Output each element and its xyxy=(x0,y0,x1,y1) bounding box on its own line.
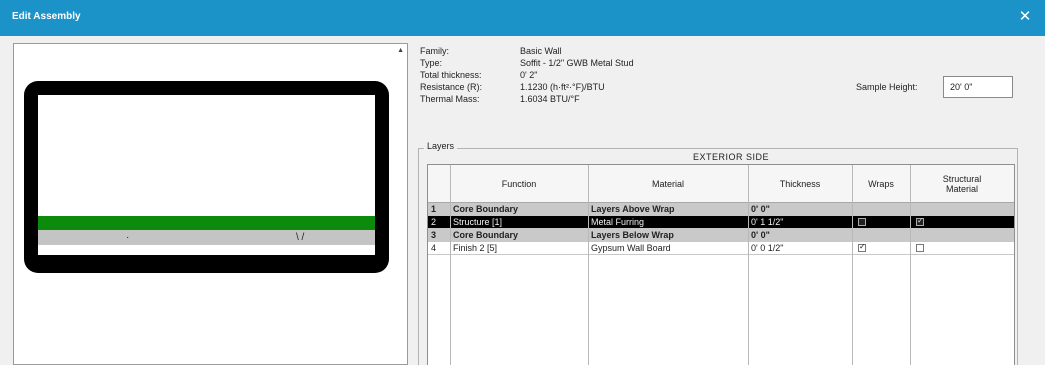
property-value: 1.6034 BTU/°F xyxy=(520,94,580,104)
column-divider xyxy=(852,165,853,365)
sample-height-input[interactable] xyxy=(943,76,1013,98)
column-divider xyxy=(910,165,911,365)
wraps-checkbox[interactable] xyxy=(858,242,866,252)
scroll-up-arrow-icon[interactable]: ▲ xyxy=(397,47,404,54)
thickness-cell[interactable]: 0' 0" xyxy=(748,203,852,216)
wall-section-interior: · \ / xyxy=(38,95,375,255)
function-cell[interactable]: Structure [1] xyxy=(450,216,588,229)
thickness-cell[interactable]: 0' 1 1/2" xyxy=(748,216,852,229)
table-row[interactable]: 1 Core Boundary Layers Above Wrap 0' 0" xyxy=(428,203,1014,216)
function-cell[interactable]: Core Boundary xyxy=(450,203,588,216)
header-material[interactable]: Material xyxy=(588,165,748,203)
window-title: Edit Assembly xyxy=(12,11,81,22)
preview-marker-right: \ / xyxy=(296,232,305,243)
thickness-cell[interactable]: 0' 0 1/2" xyxy=(748,242,852,255)
table-row[interactable]: 3 Core Boundary Layers Below Wrap 0' 0" xyxy=(428,229,1014,242)
table-row[interactable]: 4 Finish 2 [5] Gypsum Wall Board 0' 0 1/… xyxy=(428,242,1014,255)
property-label: Family: xyxy=(420,46,449,56)
property-value: Basic Wall xyxy=(520,46,562,56)
wraps-checkbox[interactable] xyxy=(858,218,866,226)
dialog-body: ▲ · \ / Family: Basic Wall Type: Soffit … xyxy=(0,36,1045,365)
row-number: 3 xyxy=(431,230,437,240)
property-label: Resistance (R): xyxy=(420,82,483,92)
row-number: 4 xyxy=(431,243,437,253)
column-divider xyxy=(748,165,749,365)
property-value: 0' 2" xyxy=(520,70,538,80)
layers-caption: Layers xyxy=(424,141,458,151)
column-divider xyxy=(450,165,451,365)
exterior-side-label: EXTERIOR SIDE xyxy=(693,152,770,162)
header-thickness[interactable]: Thickness xyxy=(748,165,852,203)
wall-preview-pane[interactable]: ▲ · \ / xyxy=(13,43,408,365)
structure-layer-preview xyxy=(38,216,375,230)
header-row-number xyxy=(428,165,450,203)
table-row[interactable]: 2 Structure [1] Metal Furring 0' 1 1/2" xyxy=(428,216,1014,229)
header-wraps[interactable]: Wraps xyxy=(852,165,910,203)
function-cell[interactable]: Core Boundary xyxy=(450,229,588,242)
property-value: Soffit - 1/2" GWB Metal Stud xyxy=(520,58,634,68)
function-cell[interactable]: Finish 2 [5] xyxy=(450,242,588,255)
column-divider xyxy=(588,165,589,365)
structural-material-checkbox[interactable] xyxy=(916,244,924,252)
row-number: 2 xyxy=(431,217,437,227)
header-function[interactable]: Function xyxy=(450,165,588,203)
table-header: Function Material Thickness Wraps Struct… xyxy=(428,165,1014,203)
material-cell[interactable]: Layers Below Wrap xyxy=(588,229,748,242)
layers-table[interactable]: Function Material Thickness Wraps Struct… xyxy=(427,164,1015,365)
preview-marker-left: · xyxy=(126,232,130,243)
finish-layer-preview xyxy=(38,230,375,245)
header-structural-material[interactable]: Structural Material xyxy=(910,165,1014,203)
property-label: Type: xyxy=(420,58,443,68)
material-cell[interactable]: Layers Above Wrap xyxy=(588,203,748,216)
close-icon[interactable]: ✕ xyxy=(1017,9,1033,25)
property-label: Total thickness: xyxy=(420,70,482,80)
property-label: Thermal Mass: xyxy=(420,94,480,104)
material-cell[interactable]: Gypsum Wall Board xyxy=(588,242,748,255)
wall-section-preview: · \ / xyxy=(24,81,389,273)
structural-material-checkbox[interactable] xyxy=(916,216,924,226)
row-number: 1 xyxy=(431,204,437,214)
sample-height-label: Sample Height: xyxy=(856,82,918,92)
title-bar: Edit Assembly ✕ xyxy=(0,0,1045,36)
material-cell[interactable]: Metal Furring xyxy=(588,216,748,229)
property-value: 1.1230 (h·ft²·°F)/BTU xyxy=(520,82,605,92)
thickness-cell[interactable]: 0' 0" xyxy=(748,229,852,242)
